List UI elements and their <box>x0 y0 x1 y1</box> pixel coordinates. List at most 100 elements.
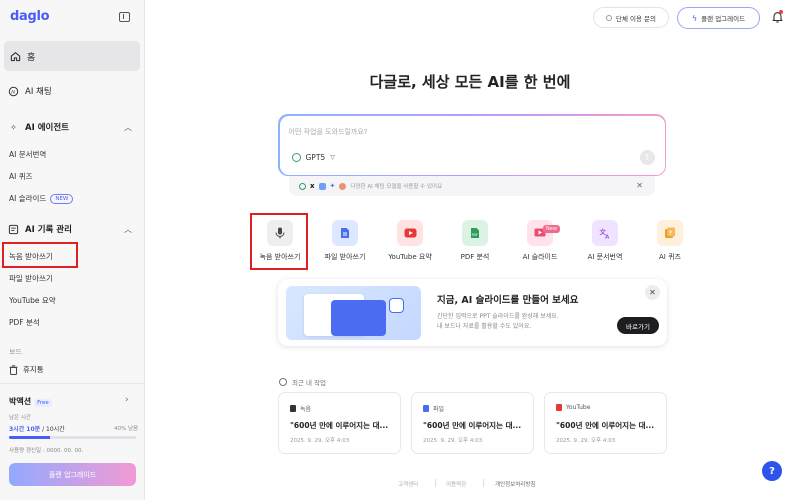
promo-illustration <box>286 286 421 340</box>
remaining-time-label: 남은 시간 <box>9 415 31 421</box>
remaining-time-amount: 3시간 10분 <box>9 426 41 433</box>
clock-icon <box>279 378 287 386</box>
sidebar-item-label: 휴지통 <box>23 365 44 374</box>
recent-task-date: 2025. 9. 29. 오후 4:03 <box>423 438 483 444</box>
usage-progress-bar <box>9 436 136 439</box>
translate-icon: 文A <box>592 220 618 246</box>
sidebar-collapse-icon[interactable] <box>119 12 130 22</box>
model-icon-blue <box>318 182 326 190</box>
feature-label: AI 퀴즈 <box>659 253 681 261</box>
x-model-icon: x <box>310 182 315 190</box>
gpt-model-icon <box>299 182 306 190</box>
divider <box>0 383 145 384</box>
remaining-time-value: 3시간 10분 / 10시간 <box>9 424 65 433</box>
footer-link-privacy[interactable]: 개인정보처리방침 <box>495 480 535 488</box>
recent-task-date: 2025. 9. 29. 오후 4:03 <box>556 438 616 444</box>
usage-progress-fill <box>9 436 50 439</box>
user-name-text: 박액션 <box>9 397 32 406</box>
close-icon[interactable]: ✕ <box>636 181 643 190</box>
group-inquiry-button[interactable]: 단체 이용 문의 <box>593 7 669 28</box>
feature-label: PDF 분석 <box>460 253 490 261</box>
chevron-down-icon: ▽ <box>330 153 335 161</box>
app-logo[interactable]: daglo <box>10 9 50 24</box>
recent-task-title: "600년 만에 이루어지는 대... <box>290 421 389 430</box>
recent-task-card[interactable]: 녹음 "600년 만에 이루어지는 대... 2025. 9. 29. 오후 4:0… <box>278 392 401 454</box>
sidebar-upgrade-button[interactable]: 플랜 업그레이드 <box>9 463 136 486</box>
new-badge: NEW <box>50 194 74 204</box>
plan-badge: Free <box>34 399 52 407</box>
svg-text:AI: AI <box>11 89 15 94</box>
svg-text:PDF: PDF <box>472 233 478 237</box>
footer-link-terms[interactable]: 이용약관 <box>446 480 466 488</box>
sidebar-item-label: 홈 <box>27 52 36 63</box>
chevron-up-icon[interactable]: ︿ <box>124 224 132 235</box>
footer-link-support[interactable]: 고객센터 <box>398 480 418 488</box>
user-name[interactable]: 박액션 Free <box>9 396 52 407</box>
bolt-icon: ϟ <box>691 13 698 23</box>
feature-pdf-analysis[interactable]: PDF PDF 분석 <box>445 215 505 262</box>
prompt-input-inner: 어떤 작업을 도와드릴까요? GPT5 ▽ ↑ <box>279 115 665 175</box>
sidebar-item-ai-translate[interactable]: AI 문서번역 <box>9 149 46 160</box>
pdf-icon: PDF <box>462 220 488 246</box>
task-type-label: 녹음 <box>300 406 312 413</box>
sidebar-item-pdf-analysis[interactable]: PDF 분석 <box>9 317 40 328</box>
sidebar-section-agents[interactable]: ✧ AI 에이전트 ︿ <box>8 121 145 134</box>
recent-task-type: YouTube <box>556 404 590 411</box>
promo-close-icon[interactable]: ✕ <box>645 285 660 300</box>
chevron-up-icon[interactable]: ︿ <box>124 122 132 133</box>
page-headline: 다글로, 세상 모든 AI를 한 번에 <box>369 73 571 91</box>
sidebar-item-trash[interactable]: 휴지통 <box>9 364 44 375</box>
sidebar-item-label: AI 슬라이드 <box>9 194 47 203</box>
recent-tasks-label: 최근 내 작업 <box>279 377 326 387</box>
home-icon <box>10 51 21 62</box>
promo-banner: 지금, AI 슬라이드를 만들어 보세요 간단한 입력으로 PPT 슬라이드를 … <box>278 279 667 346</box>
recent-task-card[interactable]: 파일 "600년 만에 이루어지는 대... 2025. 9. 29. 오후 4:0… <box>411 392 534 454</box>
remaining-time-total: / 10시간 <box>40 426 65 433</box>
chevron-right-icon[interactable]: › <box>125 395 129 405</box>
help-button[interactable]: ? <box>762 461 782 481</box>
recent-tasks-text: 최근 내 작업 <box>292 379 327 387</box>
usage-reset-text: 사용량 갱신일 : 0000. 00. 00. <box>9 448 84 454</box>
feature-ai-translate[interactable]: 文 A AI 문서번역 <box>575 215 635 262</box>
feature-youtube-summary[interactable]: YouTube 요약 <box>380 215 440 262</box>
tools-hint-text: 다양한 AI 채팅 모델을 사용할 수 있어요 <box>350 184 443 190</box>
slide-icon <box>527 220 553 246</box>
file-icon <box>332 220 358 246</box>
sidebar-item-ai-chat[interactable]: AI AI 채팅 <box>8 85 52 97</box>
model-tools-bar[interactable]: x ✦ 다양한 AI 채팅 모델을 사용할 수 있어요 ✕ <box>289 176 655 196</box>
promo-description-line: 간단한 입력으로 PPT 슬라이드를 완성해 보세요. <box>437 313 559 320</box>
quiz-icon: ? <box>657 220 683 246</box>
promo-go-button[interactable]: 바로가기 <box>617 317 659 334</box>
prompt-input-box[interactable]: 어떤 작업을 도와드릴까요? GPT5 ▽ ↑ <box>278 114 666 176</box>
feature-ai-quiz[interactable]: ? AI 퀴즈 <box>640 215 700 262</box>
svg-text:A: A <box>605 235 610 240</box>
recent-task-title: "600년 만에 이루어지는 대... <box>556 421 655 430</box>
sidebar-item-label: AI 채팅 <box>25 87 52 97</box>
sidebar-item-file-transcribe[interactable]: 파일 받아쓰기 <box>9 273 53 284</box>
feature-label: AI 슬라이드 <box>522 253 558 261</box>
sidebar-item-ai-slide[interactable]: AI 슬라이드 NEW <box>9 193 74 204</box>
recent-task-type: 파일 <box>423 404 444 413</box>
model-selector[interactable]: GPT5 ▽ <box>291 149 335 166</box>
trash-icon <box>9 364 18 375</box>
send-button[interactable]: ↑ <box>639 149 655 165</box>
sparkle-icon: ✧ <box>10 122 17 132</box>
feature-ai-slide[interactable]: New AI 슬라이드 <box>510 215 570 262</box>
sidebar-item-youtube-summary[interactable]: YouTube 요약 <box>9 295 56 306</box>
feature-label: 파일 받아쓰기 <box>324 253 366 261</box>
recent-task-card[interactable]: YouTube "600년 만에 이루어지는 대... 2025. 9. 29. 오… <box>544 392 667 454</box>
footer-separator <box>483 479 484 487</box>
remaining-percent: 40% 남음 <box>114 426 139 432</box>
feature-shortcuts: 녹음 받아쓰기 파일 받아쓰기 YouTube 요약 PDF PDF 분석 New AI 슬… <box>250 215 700 275</box>
plan-upgrade-button[interactable]: ϟ 플랜 업그레이드 <box>677 7 760 29</box>
task-type-icon <box>556 404 562 411</box>
sidebar-item-ai-quiz[interactable]: AI 퀴즈 <box>9 171 33 182</box>
promo-title: 지금, AI 슬라이드를 만들어 보세요 <box>437 295 579 306</box>
sidebar-section-records[interactable]: AI 기록 관리 ︿ <box>8 223 145 235</box>
slide-card-illustration <box>331 300 386 336</box>
sidebar-item-home[interactable]: 홈 <box>4 41 140 71</box>
document-icon <box>8 224 19 235</box>
feature-file-transcribe[interactable]: 파일 받아쓰기 <box>315 215 375 262</box>
sidebar: daglo 홈 AI AI 채팅 ✧ AI 에이전트 ︿ AI 문서번역 AI … <box>0 0 145 500</box>
prompt-input-placeholder[interactable]: 어떤 작업을 도와드릴까요? <box>289 127 368 137</box>
